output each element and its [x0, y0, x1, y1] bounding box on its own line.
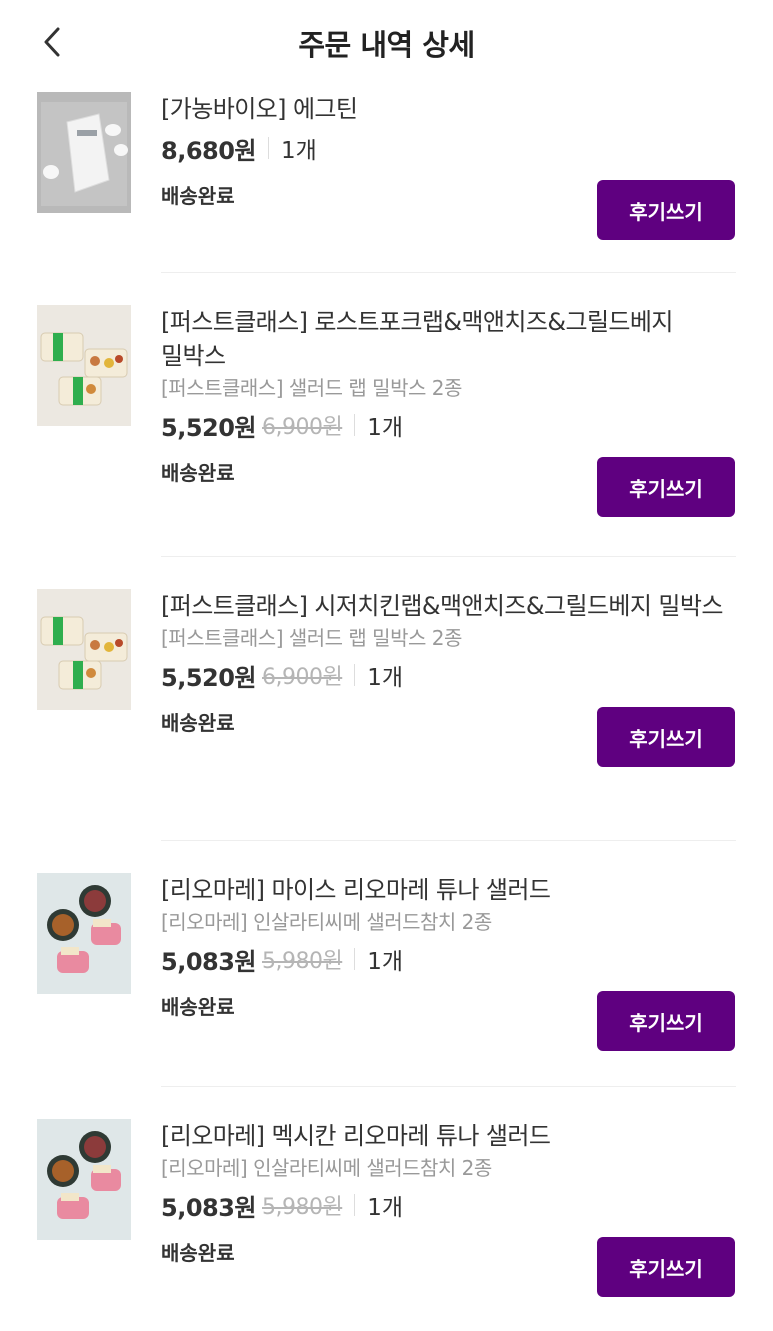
- original-price: 6,900원: [262, 665, 343, 690]
- product-info: [가농바이오] 에그틴 8,680원 1개 배송완료 후기쓰기: [161, 92, 741, 250]
- status-row: 배송완료 후기쓰기: [161, 991, 741, 1061]
- mealbox-image: [37, 589, 131, 710]
- price-row: 5,083원 5,980원 1개: [161, 943, 741, 976]
- product-info: [퍼스트클래스] 로스트포크랩&맥앤치즈&그릴드베지 밀박스 [퍼스트클래스] …: [161, 305, 741, 527]
- item-divider: [161, 556, 736, 557]
- delivery-status: 배송완료: [161, 461, 235, 485]
- sale-price: 8,680원: [161, 136, 257, 165]
- product-info: [퍼스트클래스] 시저치킨랩&맥앤치즈&그릴드베지 밀박스 [퍼스트클래스] 샐…: [161, 589, 741, 777]
- quantity: 1개: [367, 1195, 404, 1221]
- egg-pack-image: [37, 92, 131, 213]
- sale-price: 5,083원: [161, 1193, 257, 1222]
- original-price: 5,980원: [262, 1195, 343, 1220]
- write-review-button[interactable]: 후기쓰기: [597, 991, 735, 1051]
- quantity: 1개: [367, 665, 404, 691]
- product-option: [퍼스트클래스] 샐러드 랩 밀박스 2종: [161, 626, 462, 650]
- product-thumbnail[interactable]: [37, 305, 131, 426]
- divider: [268, 137, 269, 159]
- item-divider: [161, 1086, 736, 1087]
- divider: [354, 664, 356, 686]
- item-divider: [161, 840, 736, 841]
- product-thumbnail[interactable]: [37, 1119, 131, 1240]
- price-row: 8,680원 1개: [161, 132, 741, 165]
- product-name[interactable]: [퍼스트클래스] 로스트포크랩&맥앤치즈&그릴드베지 밀박스: [161, 305, 741, 373]
- divider: [354, 414, 356, 436]
- quantity: 1개: [281, 138, 317, 164]
- quantity: 1개: [367, 415, 404, 441]
- write-review-button[interactable]: 후기쓰기: [597, 1237, 735, 1297]
- status-row: 배송완료 후기쓰기: [161, 457, 741, 527]
- tuna-salad-image: [37, 1119, 131, 1240]
- delivery-status: 배송완료: [161, 1241, 235, 1265]
- product-name[interactable]: [리오마레] 멕시칸 리오마레 튜나 샐러드: [161, 1119, 741, 1153]
- original-price: 6,900원: [262, 415, 343, 440]
- page-title: 주문 내역 상세: [298, 28, 475, 62]
- price-row: 5,520원 6,900원 1개: [161, 409, 741, 442]
- status-row: 배송완료 후기쓰기: [161, 707, 741, 777]
- product-thumbnail[interactable]: [37, 92, 131, 213]
- price-row: 5,083원 5,980원 1개: [161, 1189, 741, 1222]
- quantity: 1개: [367, 949, 404, 975]
- sale-price: 5,520원: [161, 663, 257, 692]
- product-thumbnail[interactable]: [37, 873, 131, 994]
- sale-price: 5,083원: [161, 947, 257, 976]
- original-price: 5,980원: [262, 949, 343, 974]
- product-option: [리오마레] 인살라티씨메 샐러드참치 2종: [161, 1156, 492, 1180]
- tuna-salad-image: [37, 873, 131, 994]
- write-review-button[interactable]: 후기쓰기: [597, 457, 735, 517]
- delivery-status: 배송완료: [161, 184, 235, 208]
- product-info: [리오마레] 마이스 리오마레 튜나 샐러드 [리오마레] 인살라티씨메 샐러드…: [161, 873, 741, 1061]
- delivery-status: 배송완료: [161, 995, 235, 1019]
- product-name[interactable]: [리오마레] 마이스 리오마레 튜나 샐러드: [161, 873, 741, 907]
- price-row: 5,520원 6,900원 1개: [161, 659, 741, 692]
- product-option: [리오마레] 인살라티씨메 샐러드참치 2종: [161, 910, 492, 934]
- status-row: 배송완료 후기쓰기: [161, 1237, 741, 1307]
- product-thumbnail[interactable]: [37, 589, 131, 710]
- divider: [354, 948, 356, 970]
- divider: [354, 1194, 356, 1216]
- item-divider: [161, 272, 736, 273]
- mealbox-image: [37, 305, 131, 426]
- product-name[interactable]: [가농바이오] 에그틴: [161, 92, 741, 126]
- write-review-button[interactable]: 후기쓰기: [597, 707, 735, 767]
- header: 주문 내역 상세: [0, 0, 773, 86]
- status-row: 배송완료 후기쓰기: [161, 180, 741, 250]
- sale-price: 5,520원: [161, 413, 257, 442]
- delivery-status: 배송완료: [161, 711, 235, 735]
- product-name[interactable]: [퍼스트클래스] 시저치킨랩&맥앤치즈&그릴드베지 밀박스: [161, 589, 741, 623]
- product-option: [퍼스트클래스] 샐러드 랩 밀박스 2종: [161, 376, 462, 400]
- product-info: [리오마레] 멕시칸 리오마레 튜나 샐러드 [리오마레] 인살라티씨메 샐러드…: [161, 1119, 741, 1307]
- write-review-button[interactable]: 후기쓰기: [597, 180, 735, 240]
